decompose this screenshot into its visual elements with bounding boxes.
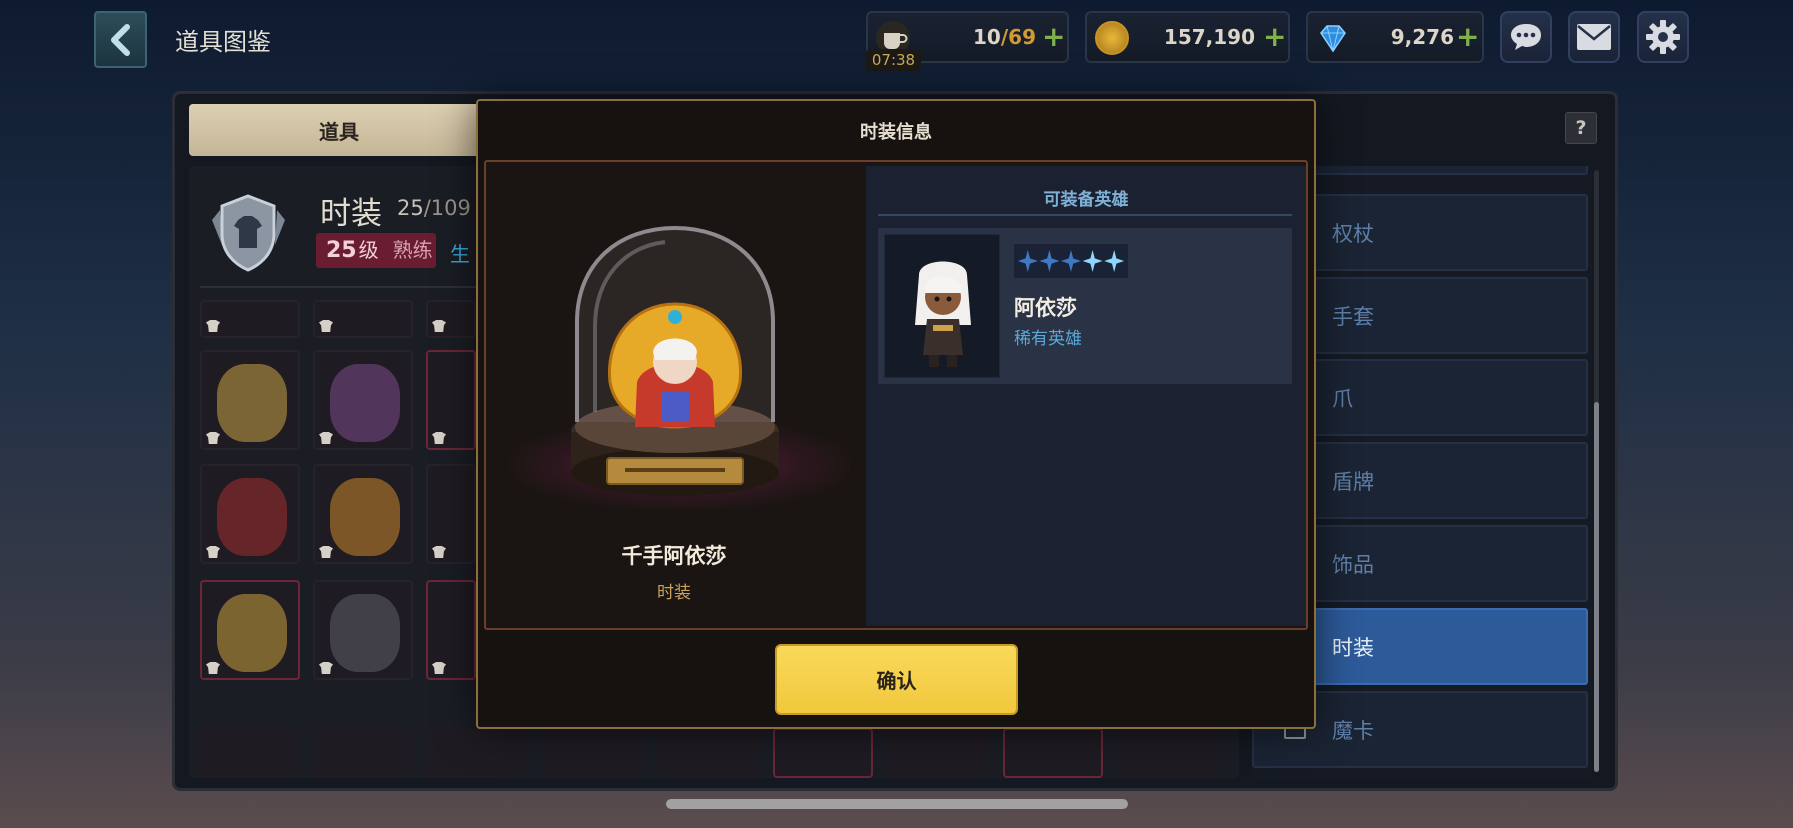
costume-slot[interactable] <box>426 580 476 680</box>
costume-type: 时装 <box>657 583 691 603</box>
shirt-icon <box>319 432 333 444</box>
shirt-icon <box>432 320 446 332</box>
costume-slot[interactable] <box>313 580 413 680</box>
star-icon <box>1060 250 1081 272</box>
scrollbar-thumb[interactable] <box>1594 402 1599 772</box>
costume-slot[interactable] <box>426 464 476 564</box>
shirt-icon <box>206 546 220 558</box>
tab-items[interactable]: 道具 <box>189 104 489 156</box>
shirt-icon <box>206 432 220 444</box>
costume-display-dome <box>565 222 785 500</box>
back-button[interactable] <box>94 11 147 68</box>
envelope-icon <box>1577 24 1611 50</box>
gem-counter[interactable]: 9,276 + <box>1306 11 1484 63</box>
chat-button[interactable] <box>1500 11 1552 63</box>
stat-label: 生 <box>450 242 470 266</box>
star-icon <box>1017 250 1038 272</box>
divider <box>878 214 1292 216</box>
costume-slot[interactable] <box>543 728 643 778</box>
costume-slot[interactable] <box>200 350 300 450</box>
gold-counter[interactable]: 157,190 + <box>1085 11 1290 63</box>
costume-slot[interactable] <box>426 350 476 450</box>
shirt-icon <box>432 662 446 674</box>
gem-value: 9,276 <box>1390 25 1454 49</box>
help-button[interactable]: ? <box>1565 112 1597 144</box>
costume-slot[interactable] <box>658 728 758 778</box>
costume-slot[interactable] <box>313 350 413 450</box>
gold-coin-icon <box>1095 21 1129 55</box>
chevron-left-icon <box>110 23 130 56</box>
category-title: 时装 <box>320 196 382 232</box>
mail-button[interactable] <box>1568 11 1620 63</box>
diamond-icon <box>1316 21 1350 55</box>
gem-plus-icon[interactable]: + <box>1456 20 1479 53</box>
dialog-title: 时装信息 <box>860 122 932 143</box>
shirt-icon <box>432 546 446 558</box>
gold-plus-icon[interactable]: + <box>1263 20 1286 53</box>
costume-slot[interactable] <box>773 728 873 778</box>
costume-shield-icon <box>206 190 291 275</box>
home-indicator[interactable] <box>666 799 1128 809</box>
confirm-button[interactable]: 确认 <box>775 644 1018 715</box>
shirt-icon <box>432 432 446 444</box>
collection-count: 25/109 <box>397 196 471 220</box>
star-icon <box>1039 250 1060 272</box>
hero-name: 阿依莎 <box>1014 296 1077 320</box>
costume-slot[interactable] <box>426 300 476 338</box>
costume-slot[interactable] <box>313 464 413 564</box>
costume-name: 千手阿依莎 <box>621 544 727 568</box>
costume-slot[interactable] <box>1003 728 1103 778</box>
divider <box>200 286 490 288</box>
shirt-icon <box>206 662 220 674</box>
stamina-value: 10/69 <box>973 25 1036 49</box>
shirt-icon <box>319 662 333 674</box>
hero-star-rating <box>1014 244 1128 278</box>
stamina-plus-icon[interactable]: + <box>1042 20 1065 53</box>
costume-slot[interactable] <box>1118 728 1218 778</box>
mastery-level-badge: 25 级熟练 <box>316 233 436 268</box>
costume-slot[interactable] <box>200 728 300 778</box>
star-icon <box>1082 250 1103 272</box>
shirt-icon <box>319 546 333 558</box>
page-title: 道具图鉴 <box>175 28 271 56</box>
costume-slot[interactable] <box>888 728 988 778</box>
costume-slot[interactable] <box>200 580 300 680</box>
settings-button[interactable] <box>1637 11 1689 63</box>
gear-icon <box>1646 20 1680 54</box>
costume-slot[interactable] <box>313 300 413 338</box>
hero-portrait <box>884 234 1000 378</box>
costume-slot[interactable] <box>313 728 413 778</box>
chat-bubble-icon <box>1511 24 1541 50</box>
shirt-icon <box>206 320 220 332</box>
gold-value: 157,190 <box>1163 25 1255 49</box>
costume-slot[interactable] <box>200 464 300 564</box>
stamina-timer: 07:38 <box>866 49 921 71</box>
equippable-heroes-title: 可装备英雄 <box>1043 190 1129 210</box>
star-icon <box>1104 250 1125 272</box>
costume-slot[interactable] <box>200 300 300 338</box>
hero-rarity: 稀有英雄 <box>1014 329 1082 349</box>
shirt-icon <box>319 320 333 332</box>
costume-slot[interactable] <box>426 728 526 778</box>
